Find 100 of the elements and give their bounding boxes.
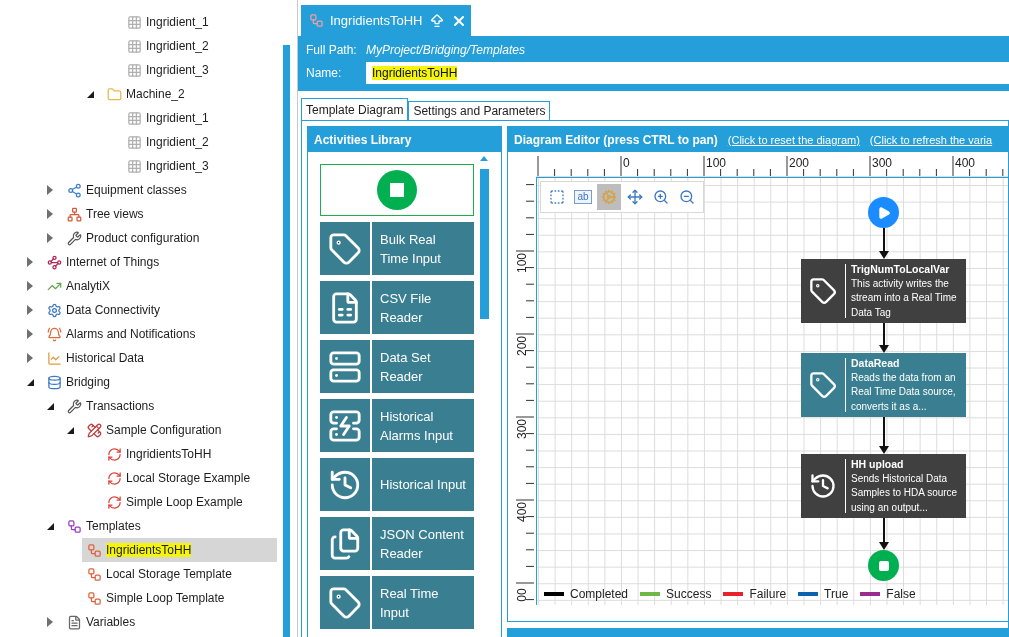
tree-item[interactable]: Alarms and Notifications <box>42 322 277 346</box>
scrollbar-thumb[interactable] <box>479 169 489 319</box>
workflow-icon <box>67 518 82 534</box>
node-description: Reads the data from an Real Time Data source, converts it as a... <box>851 370 957 414</box>
tab[interactable]: Settings and Parameters <box>408 101 551 121</box>
scrollbar-thumb[interactable] <box>283 45 290 637</box>
tree-item[interactable]: Data Connectivity <box>42 298 277 322</box>
tree-item[interactable]: IngridientsToHH <box>82 538 277 562</box>
refresh-icon <box>107 470 122 486</box>
tree-item[interactable]: Variables <box>62 610 277 634</box>
tree-item[interactable]: Simple Loop Example <box>102 490 277 514</box>
legend-label: Failure <box>749 587 787 601</box>
scroll-up-icon[interactable] <box>480 156 488 161</box>
zoom-out-icon <box>679 189 695 205</box>
server-icon <box>328 349 362 384</box>
stop-icon <box>377 170 417 210</box>
activity-item[interactable]: Real Time Input <box>320 576 474 629</box>
document-title: IngridientsToHH <box>330 13 423 28</box>
ruler-label: 200 <box>789 156 810 170</box>
text-tool[interactable]: ab <box>571 184 595 210</box>
tree-item[interactable]: Internet of Things <box>42 250 277 274</box>
tag-icon <box>809 277 837 305</box>
tree-item[interactable]: Machine_2 <box>102 82 277 106</box>
grid-icon <box>127 134 142 150</box>
name-field[interactable]: IngridientsToHH <box>366 62 1009 84</box>
legend-label: False <box>886 587 916 601</box>
folder-icon <box>107 86 122 102</box>
wrench-icon <box>67 230 82 246</box>
ruler-label: 300 <box>516 419 528 439</box>
activity-item[interactable]: JSON Content Reader <box>320 517 474 570</box>
activity-item[interactable]: CSV File Reader <box>320 281 474 334</box>
tree-item[interactable]: Equipment classes <box>62 178 277 202</box>
tree-item[interactable]: Ingridient_1 <box>122 106 277 130</box>
tree-item[interactable]: Simple Loop Template <box>82 586 277 610</box>
wrench-icon <box>67 398 82 414</box>
tree-item[interactable]: Templates <box>62 514 277 538</box>
tree-item[interactable]: Ingridient_2 <box>122 34 277 58</box>
grid-icon <box>127 14 142 30</box>
legend-label: Success <box>666 587 712 601</box>
stop-activity[interactable] <box>320 164 474 216</box>
tree-item[interactable]: Local Storage Example <box>102 466 277 490</box>
connector-arrow <box>879 322 889 353</box>
files-icon <box>328 526 362 561</box>
tree-item[interactable]: Local Storage Template <box>82 562 277 586</box>
activity-item[interactable]: Data Set Reader <box>320 340 474 393</box>
tree-item[interactable]: Ingridient_3 <box>122 154 277 178</box>
gear-icon <box>601 189 617 205</box>
tree-item[interactable]: AnalytiX <box>42 274 277 298</box>
node-title: TrigNumToLocalVar <box>851 262 951 277</box>
activity-node[interactable]: TrigNumToLocalVar This activity writes the stream into a Real Time Data Tag <box>801 259 966 323</box>
connector-arrow <box>879 416 889 454</box>
refresh-icon <box>107 446 122 462</box>
refresh-icon <box>107 494 122 510</box>
tree-item[interactable]: Historical Data <box>42 346 277 370</box>
activity-node[interactable]: DataRead Reads the data from an Real Time Data source, converts it as a... <box>801 353 966 417</box>
grid-icon <box>127 158 142 174</box>
play-icon <box>876 205 891 220</box>
tree-item[interactable]: Product configuration <box>62 226 277 250</box>
activity-node[interactable]: HH upload Sends Historical Data Samples to HDA source using an output... <box>801 454 966 518</box>
start-node[interactable] <box>868 197 899 228</box>
node-description: Sends Historical Data Samples to HDA source using an output... <box>851 471 959 515</box>
grid-icon <box>127 38 142 54</box>
ruler-label: 300 <box>872 156 893 170</box>
tree-item[interactable]: Ingridient_1 <box>122 10 277 34</box>
field-label: Full Path: <box>306 43 358 57</box>
tree-item[interactable]: Transactions <box>62 394 277 418</box>
tree-item[interactable]: Sample Configuration <box>82 418 277 442</box>
tag-icon <box>328 585 362 620</box>
chart-icon <box>47 350 62 366</box>
workflow-icon <box>87 590 102 606</box>
document-icon <box>67 614 82 630</box>
tree-item[interactable]: Tree views <box>62 202 277 226</box>
tab[interactable]: Template Diagram <box>301 98 409 121</box>
activity-item[interactable]: Historical Input <box>320 458 474 511</box>
tree-item[interactable]: Bridging <box>42 370 277 394</box>
tree-item[interactable]: IngridientsToHH <box>102 442 277 466</box>
tree-item[interactable]: Ingridient_2 <box>122 130 277 154</box>
stop-node[interactable] <box>868 550 899 581</box>
zoom-in-icon <box>653 189 669 205</box>
node-title: HH upload <box>851 457 905 472</box>
gear-icon <box>47 302 62 318</box>
workflow-icon <box>309 13 324 28</box>
workflow-icon <box>87 566 102 582</box>
select-icon <box>549 189 565 205</box>
workflow-icon <box>87 542 102 558</box>
activity-item[interactable]: Historical Alarms Input <box>320 399 474 452</box>
ruler-label: 400 <box>955 156 976 170</box>
activity-item[interactable]: Bulk Real Time Input <box>320 222 474 275</box>
network-icon <box>47 254 62 270</box>
tag-icon <box>809 371 837 399</box>
database-icon <box>47 374 62 390</box>
pin-icon[interactable] <box>428 12 445 29</box>
tree-item[interactable]: Ingridient_3 <box>122 58 277 82</box>
node-title: DataRead <box>851 356 901 371</box>
path-text: MyProject/Bridging/Templates <box>366 43 525 57</box>
connector-arrow <box>879 517 889 550</box>
move-icon <box>627 189 643 205</box>
server-alert-icon <box>328 408 362 443</box>
stop-icon <box>877 559 890 572</box>
ruler-label: 400 <box>516 502 528 522</box>
